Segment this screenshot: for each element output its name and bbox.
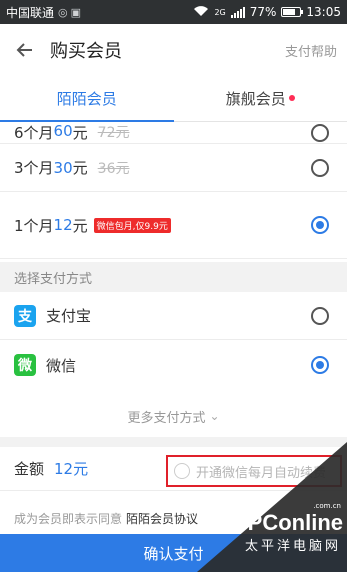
image-icon: ▣ (70, 5, 82, 19)
tab-momo-member[interactable]: 陌陌会员 (0, 76, 174, 122)
confirm-payment-button[interactable]: 确认支付 (0, 534, 347, 572)
messenger-icon: ◎ (58, 5, 68, 19)
back-button[interactable] (0, 24, 50, 76)
agreement-prefix: 成为会员即表示同意 (14, 511, 123, 526)
membership-tabs: 陌陌会员 旗舰会员 (0, 76, 347, 122)
agreement-link[interactable]: 陌陌会员协议 (126, 510, 198, 527)
new-badge-dot (288, 94, 295, 101)
section-divider (0, 437, 347, 447)
checkbox-circle-icon (174, 463, 190, 479)
more-payment-methods-button[interactable]: 更多支付方式 ⌄ (0, 395, 347, 437)
plan-price: 60 (53, 122, 73, 140)
payment-help-link[interactable]: 支付帮助 (285, 41, 337, 60)
payment-radio-selected[interactable] (311, 356, 329, 374)
amount-value: 12元 (54, 460, 89, 478)
amount-label: 金额 (14, 460, 45, 478)
battery-percent: 77% (249, 5, 277, 19)
tab-label: 旗舰会员 (225, 90, 286, 108)
status-bar: 中国联通 ◎ ▣ 2G 77% 13:05 (0, 0, 347, 24)
plan-duration: 6个月 (14, 124, 54, 142)
plan-row-3-months[interactable]: 3个月 30 元 36元 (0, 144, 347, 192)
confirm-label: 确认支付 (143, 544, 204, 563)
plan-unit: 元 (72, 216, 88, 235)
plan-radio-selected[interactable] (311, 216, 329, 234)
plan-original-price: 36元 (97, 160, 130, 177)
payment-option-wechat[interactable]: 微 微信 (0, 341, 347, 389)
page-title: 购买会员 (50, 41, 122, 62)
agreement-row: 成为会员即表示同意 陌陌会员协议 (0, 504, 347, 532)
carrier-label: 中国联通 (6, 5, 55, 20)
network-type-label: 2G (214, 7, 226, 17)
app-header: 购买会员 支付帮助 (0, 24, 347, 76)
plan-unit: 元 (72, 124, 88, 142)
alipay-icon: 支 (14, 304, 36, 327)
status-notification-icons: ◎ ▣ (58, 6, 81, 19)
plan-price: 12 (53, 216, 73, 234)
auto-renew-label: 开通微信每月自动续费 (196, 465, 327, 481)
signal-icon (230, 6, 245, 18)
plan-row-1-month[interactable]: 1个月 12 元 微信包月,仅9.9元 (0, 192, 347, 259)
arrow-left-icon (16, 43, 32, 57)
battery-icon (281, 7, 304, 17)
promo-badge: 微信包月,仅9.9元 (93, 217, 171, 233)
plan-duration: 1个月 (14, 216, 54, 235)
payment-option-label: 微信 (46, 356, 77, 375)
plan-row-6-months[interactable]: 6个月 60 元 72元 (0, 122, 347, 144)
tab-label: 陌陌会员 (56, 90, 117, 108)
tab-flagship-member[interactable]: 旗舰会员 (174, 76, 347, 121)
status-right: 2G 77% 13:05 (193, 5, 341, 20)
payment-radio[interactable] (311, 306, 329, 325)
wifi-icon (193, 5, 209, 20)
plan-list: 6个月 60 元 72元 3个月 30 元 36元 1个月 12 元 微信包月,仅9.9元 (0, 122, 347, 259)
wechat-icon: 微 (14, 354, 36, 376)
payment-option-label: 支付宝 (46, 307, 92, 325)
plan-original-price: 72元 (97, 125, 130, 141)
clock: 13:05 (306, 5, 341, 19)
plan-radio[interactable] (311, 158, 329, 177)
plan-radio[interactable] (311, 124, 329, 142)
plan-duration: 3个月 (14, 159, 54, 177)
auto-renew-checkbox[interactable]: 开通微信每月自动续费 (166, 455, 342, 487)
battery-fill (283, 9, 296, 15)
payment-section-header: 选择支付方式 (0, 262, 347, 292)
chevron-down-icon: ⌄ (209, 409, 220, 423)
more-payment-label: 更多支付方式 (127, 410, 206, 426)
payment-option-alipay[interactable]: 支 支付宝 (0, 292, 347, 340)
plan-unit: 元 (72, 159, 88, 177)
plan-price: 30 (53, 158, 73, 177)
